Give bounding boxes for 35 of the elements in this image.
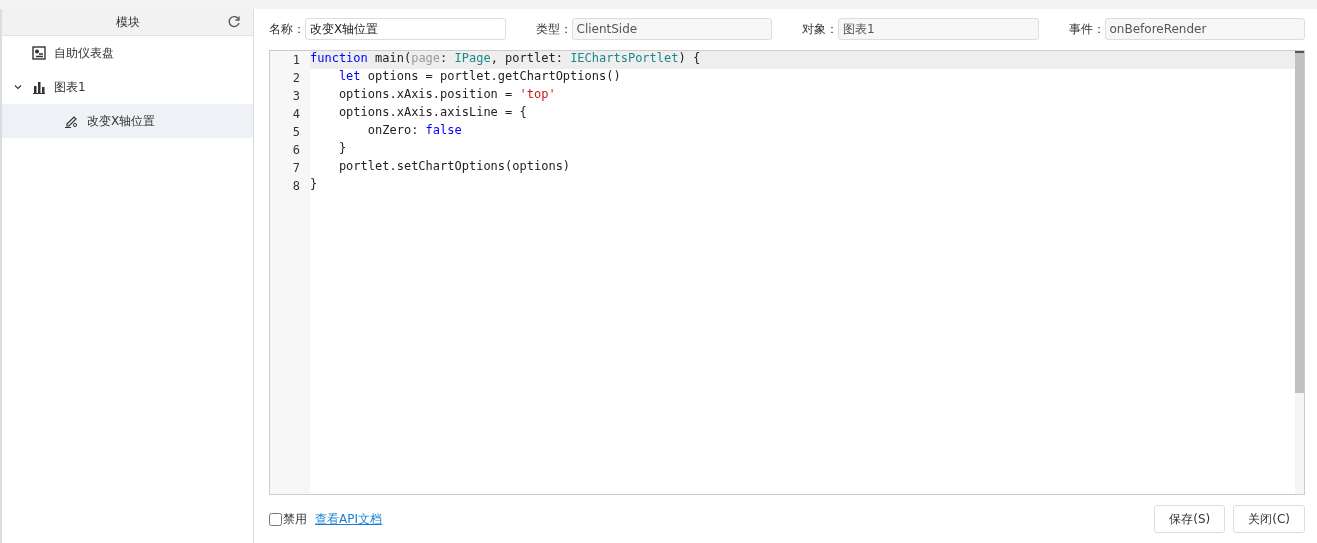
field-label: 事件：: [1068, 20, 1105, 38]
text-field[interactable]: 改变X轴位置: [305, 18, 506, 40]
tree-item[interactable]: 图表1: [2, 70, 253, 104]
sidebar-title: 模块: [115, 13, 140, 31]
line-number: 1: [291, 53, 301, 67]
field-label: 类型：: [535, 20, 572, 38]
code-line: options.xAxis.axisLine = {: [337, 105, 528, 121]
tree-item[interactable]: 改变X轴位置: [2, 104, 253, 138]
field-label: 对象：: [802, 20, 838, 38]
code-line: onZero: false: [366, 123, 463, 139]
scrollbar-thumb[interactable]: [1295, 51, 1304, 393]
bar-chart-icon: [32, 80, 46, 94]
line-number: 2: [291, 71, 301, 85]
code-line: options.xAxis.position = 'top': [337, 87, 557, 103]
line-number: 4: [291, 107, 301, 121]
code-line: let options = portlet.getChartOptions(): [337, 69, 622, 85]
pencil-icon: [64, 114, 79, 128]
line-number: 3: [291, 89, 301, 103]
dashboard-icon: [32, 46, 46, 60]
checkbox[interactable]: [269, 512, 282, 526]
line-number: 8: [291, 179, 301, 193]
line-number: 5: [291, 125, 301, 139]
field-label: 名称：: [269, 20, 305, 38]
refresh-icon[interactable]: [227, 15, 241, 29]
footer-button[interactable]: 保存(S): [1154, 505, 1226, 533]
api-docs-link[interactable]: 查看API文档: [315, 510, 382, 528]
code-line: }: [337, 141, 348, 157]
caret-icon[interactable]: [14, 83, 22, 91]
checkbox-label: 禁用: [283, 510, 307, 528]
line-number: 7: [291, 161, 301, 175]
tree-item[interactable]: 自助仪表盘: [2, 36, 253, 70]
code-line: portlet.setChartOptions(options): [337, 159, 572, 175]
line-number: 6: [291, 143, 301, 157]
code-line: }: [310, 177, 319, 193]
footer-button[interactable]: 关闭(C): [1233, 505, 1305, 533]
